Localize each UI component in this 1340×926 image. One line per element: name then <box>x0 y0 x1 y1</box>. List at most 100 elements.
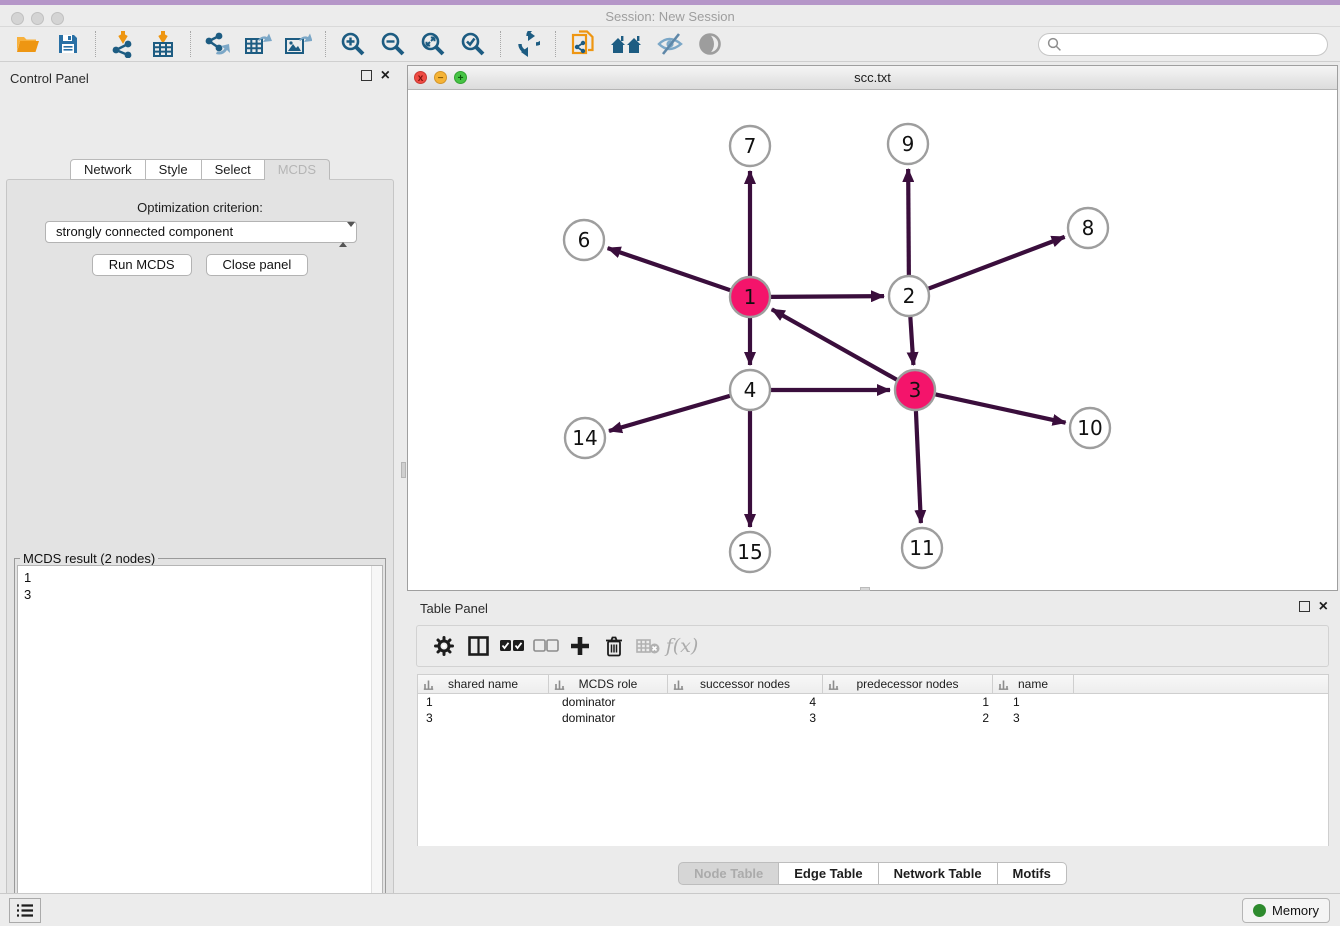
mcds-result-title: MCDS result (2 nodes) <box>20 551 158 566</box>
tab-mcds[interactable]: MCDS <box>265 159 330 180</box>
tab-style[interactable]: Style <box>146 159 202 180</box>
close-table-panel-icon[interactable]: × <box>1319 601 1328 612</box>
cell[interactable]: 2 <box>826 710 997 726</box>
table-row[interactable]: 3dominator323 <box>418 710 1328 726</box>
select-all-icon[interactable] <box>495 630 529 662</box>
export-network-icon[interactable] <box>203 30 233 58</box>
function-icon[interactable]: f(x) <box>665 630 699 662</box>
mcds-result-text[interactable]: 1 3 <box>17 565 383 926</box>
cell[interactable]: 1 <box>418 694 550 710</box>
close-panel-button[interactable]: Close panel <box>206 254 309 276</box>
zoom-out-icon[interactable] <box>378 30 408 58</box>
open-session-icon[interactable] <box>13 30 43 58</box>
search-icon <box>1047 37 1062 52</box>
save-session-icon[interactable] <box>53 30 83 58</box>
zoom-selected-icon[interactable] <box>458 30 488 58</box>
deselect-all-icon[interactable] <box>529 630 563 662</box>
network-view-window: x − + scc.txt 7968124314101511 <box>407 65 1338 591</box>
edge-2-9[interactable] <box>908 169 909 275</box>
tab-edge-table[interactable]: Edge Table <box>779 862 878 885</box>
cell[interactable]: 1 <box>826 694 997 710</box>
splitter-grip[interactable] <box>401 462 406 478</box>
column-header-MCDS-role[interactable]: MCDS role <box>549 675 668 693</box>
table-header-row: shared nameMCDS rolesuccessor nodesprede… <box>418 675 1328 694</box>
add-icon[interactable] <box>563 630 597 662</box>
float-table-panel-icon[interactable] <box>1299 601 1310 612</box>
edge-3-10[interactable] <box>936 394 1066 422</box>
result-scrollbar[interactable] <box>371 566 382 926</box>
control-panel: Control Panel × NetworkStyleSelectMCDS O… <box>0 62 400 893</box>
columns-icon[interactable] <box>461 630 495 662</box>
table-body: 1dominator4113dominator323 <box>418 694 1328 726</box>
main-toolbar <box>0 27 1340 62</box>
network-title: scc.txt <box>408 70 1337 85</box>
zoom-in-icon[interactable] <box>338 30 368 58</box>
export-image-icon[interactable] <box>283 30 313 58</box>
node-label-4: 4 <box>744 378 757 402</box>
optimization-criterion-label: Optimization criterion: <box>7 200 393 215</box>
optimization-criterion-select[interactable]: strongly connected component <box>45 221 357 243</box>
cell[interactable]: 1 <box>997 694 1079 710</box>
edge-4-14[interactable] <box>609 396 730 431</box>
control-panel-title: Control Panel <box>10 71 89 86</box>
export-table-icon[interactable] <box>243 30 273 58</box>
session-title: Session: New Session <box>0 9 1340 24</box>
node-label-15: 15 <box>737 540 762 564</box>
tab-node-table[interactable]: Node Table <box>678 862 779 885</box>
cell[interactable]: 4 <box>670 694 826 710</box>
tab-network[interactable]: Network <box>70 159 146 180</box>
edge-3-11[interactable] <box>916 411 921 523</box>
import-table-icon[interactable] <box>148 30 178 58</box>
delete-table-icon[interactable] <box>631 630 665 662</box>
close-panel-icon[interactable]: × <box>381 70 390 81</box>
tab-motifs[interactable]: Motifs <box>998 862 1067 885</box>
clone-network-icon[interactable] <box>568 30 598 58</box>
node-label-2: 2 <box>903 284 916 308</box>
edge-3-1[interactable] <box>772 309 897 379</box>
node-label-11: 11 <box>909 536 934 560</box>
node-label-9: 9 <box>902 132 915 156</box>
gear-icon[interactable] <box>427 630 461 662</box>
edge-2-3[interactable] <box>910 317 913 365</box>
table-row[interactable]: 1dominator411 <box>418 694 1328 710</box>
toolbar-separator <box>555 31 556 57</box>
run-mcds-button[interactable]: Run MCDS <box>92 254 192 276</box>
mcds-result-groupbox: MCDS result (2 nodes) 1 3 <box>14 558 386 926</box>
toolbar-separator <box>500 31 501 57</box>
zoom-fit-icon[interactable] <box>418 30 448 58</box>
column-header-successor-nodes[interactable]: successor nodes <box>668 675 823 693</box>
status-bar: Memory <box>0 893 1340 926</box>
control-panel-tabs: NetworkStyleSelectMCDS <box>0 159 400 180</box>
edge-2-8[interactable] <box>929 237 1065 289</box>
task-history-button[interactable] <box>9 898 41 923</box>
network-resize-grip[interactable] <box>860 587 870 591</box>
app-titlebar: Session: New Session <box>0 5 1340 27</box>
memory-button[interactable]: Memory <box>1242 898 1330 923</box>
edge-1-6[interactable] <box>608 248 730 290</box>
import-network-icon[interactable] <box>108 30 138 58</box>
refresh-icon[interactable] <box>513 30 543 58</box>
cell[interactable]: 3 <box>997 710 1079 726</box>
memory-label: Memory <box>1272 903 1319 918</box>
tab-network-table[interactable]: Network Table <box>879 862 998 885</box>
float-panel-icon[interactable] <box>361 70 372 81</box>
hide-selected-icon[interactable] <box>656 30 686 58</box>
first-neighbors-icon[interactable] <box>608 30 646 58</box>
show-all-icon[interactable] <box>696 30 726 58</box>
cell[interactable]: 3 <box>670 710 826 726</box>
column-header-predecessor-nodes[interactable]: predecessor nodes <box>823 675 993 693</box>
network-window-titlebar[interactable]: x − + scc.txt <box>408 66 1337 90</box>
column-header-shared-name[interactable]: shared name <box>418 675 549 693</box>
table-tabs: Node TableEdge TableNetwork TableMotifs <box>407 862 1338 885</box>
tab-select[interactable]: Select <box>202 159 265 180</box>
cell[interactable]: 3 <box>418 710 550 726</box>
search-input[interactable] <box>1038 33 1328 56</box>
network-graph-canvas[interactable]: 7968124314101511 <box>408 90 1337 590</box>
column-header-name[interactable]: name <box>993 675 1074 693</box>
delete-icon[interactable] <box>597 630 631 662</box>
cell[interactable]: dominator <box>550 694 670 710</box>
node-label-6: 6 <box>578 228 591 252</box>
cell[interactable]: dominator <box>550 710 670 726</box>
panel-splitter[interactable] <box>400 62 407 893</box>
edge-1-2[interactable] <box>771 296 884 297</box>
